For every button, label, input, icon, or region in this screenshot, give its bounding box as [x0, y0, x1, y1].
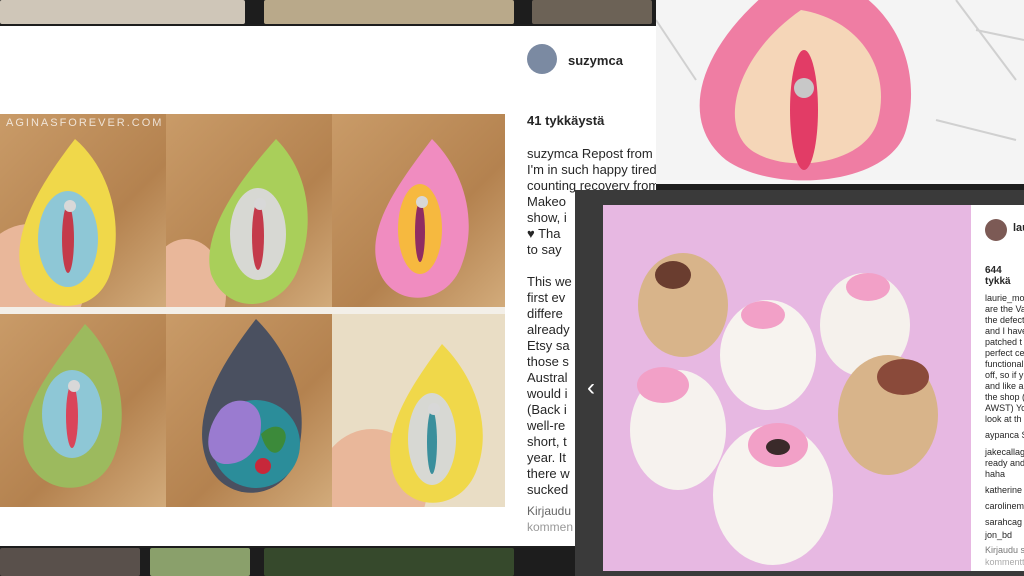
felt-ornament-closeup-photo — [656, 0, 1024, 184]
felt-ornament-yellow-2 — [332, 314, 505, 507]
post-caption: laurie_mo are the Va the defect and I ha… — [985, 293, 1024, 424]
background-thumbnail — [264, 0, 514, 24]
likes-count: 644 tykkä — [985, 265, 1011, 287]
instagram-post: AGINASFOREVER.COM suzymca 41 tykkäystä s… — [0, 26, 656, 546]
comment-item: jakecallag ready and haha — [985, 447, 1024, 479]
post-username[interactable]: suzymca — [568, 53, 623, 68]
felt-ornament-pink — [332, 114, 505, 307]
background-thumbnail — [0, 0, 245, 24]
background-thumbnail — [532, 0, 652, 24]
comment-item: aypanca S — [985, 430, 1024, 440]
watermark: AGINASFOREVER.COM — [6, 117, 164, 129]
felt-ornament-yellow: AGINASFOREVER.COM — [0, 114, 166, 307]
comment-item: carolinem — [985, 501, 1024, 511]
felt-ornament-olive — [0, 314, 166, 507]
felt-ornament-charcoal — [166, 314, 332, 507]
likes-count: 41 tykkäystä — [527, 113, 605, 128]
post-username[interactable]: laurie — [1013, 222, 1024, 234]
user-avatar[interactable] — [985, 219, 1007, 241]
comment-item: jon_bd — [985, 530, 1013, 540]
background-thumbnail — [0, 548, 140, 576]
chevron-left-icon[interactable]: ‹ — [580, 374, 602, 402]
background-thumbnail — [150, 548, 250, 576]
comment-placeholder[interactable]: kommen — [527, 520, 573, 534]
felt-ornament-green — [166, 114, 332, 307]
comment-item: sarahcag — [985, 517, 1023, 527]
comment-placeholder[interactable]: kommentti — [985, 557, 1024, 568]
comment-side-panel: laurie 644 tykkä laurie_mo are the Va th… — [971, 205, 1024, 571]
comment-item: katherine — [985, 485, 1023, 495]
login-link[interactable]: Kirjaudu — [527, 504, 571, 518]
ceramic-vases-photo[interactable] — [603, 205, 971, 571]
user-avatar[interactable] — [527, 44, 557, 74]
background-thumbnail — [264, 548, 514, 576]
login-link[interactable]: Kirjaudu s — [985, 545, 1024, 556]
post-photo-collage[interactable]: AGINASFOREVER.COM — [0, 114, 505, 507]
